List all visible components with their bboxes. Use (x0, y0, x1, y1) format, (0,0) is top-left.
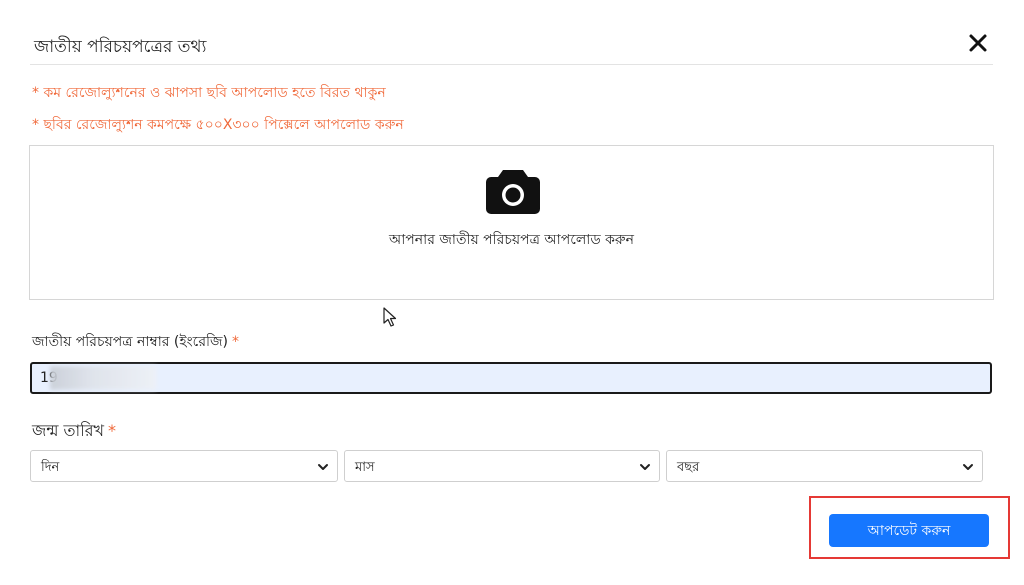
close-icon[interactable] (967, 32, 989, 54)
chevron-down-icon (317, 461, 329, 473)
month-select-value: মাস (355, 460, 375, 475)
day-select[interactable]: দিন (30, 450, 338, 482)
camera-icon (485, 166, 541, 220)
chevron-down-icon (962, 461, 974, 473)
upload-notes: * কম রেজোল্যুশনের ও ঝাপসা ছবি আপলোড হতে … (32, 84, 404, 148)
mouse-cursor-icon (383, 307, 397, 331)
dob-label-text: জন্ম তারিখ (32, 421, 105, 440)
redacted-mask (50, 366, 156, 390)
nid-number-label-text: জাতীয় পরিচয়পত্র নাম্বার (ইংরেজি) (32, 334, 229, 350)
chevron-down-icon (639, 461, 651, 473)
nid-info-modal: জাতীয় পরিচয়পত্রের তথ্য * কম রেজোল্যুশন… (0, 0, 1024, 585)
year-select-value: বছর (677, 460, 700, 475)
update-button[interactable]: আপডেট করুন (829, 514, 989, 547)
month-select[interactable]: মাস (344, 450, 660, 482)
note-min-resolution: * ছবির রেজোল্যুশন কমপক্ষে ৫০০X৩০০ পিক্সে… (32, 117, 404, 133)
required-mark: * (108, 421, 117, 440)
modal-title: জাতীয় পরিচয়পত্রের তথ্য (34, 37, 207, 57)
nid-number-input[interactable] (30, 362, 992, 394)
nid-upload-area[interactable]: আপনার জাতীয় পরিচয়পত্র আপলোড করুন (29, 145, 994, 300)
year-select[interactable]: বছর (666, 450, 983, 482)
dob-label: জন্ম তারিখ * (32, 418, 116, 445)
required-mark: * (232, 334, 240, 350)
upload-instruction: আপনার জাতীয় পরিচয়পত্র আপলোড করুন (388, 232, 635, 248)
note-low-resolution: * কম রেজোল্যুশনের ও ঝাপসা ছবি আপলোড হতে … (32, 85, 386, 101)
nid-number-label: জাতীয় পরিচয়পত্র নাম্বার (ইংরেজি) * (32, 330, 239, 354)
day-select-value: দিন (41, 460, 60, 475)
modal-header: জাতীয় পরিচয়পত্রের তথ্য (30, 22, 993, 65)
